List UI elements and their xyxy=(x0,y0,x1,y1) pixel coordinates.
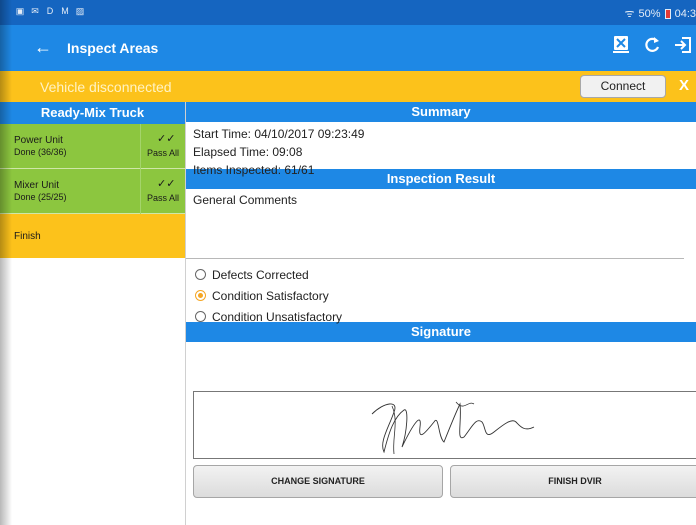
pass-all-label: Pass All xyxy=(147,148,180,158)
double-check-icon: ✓✓ xyxy=(157,178,176,190)
radio-button-selected[interactable] xyxy=(195,290,206,301)
summary-header: Summary xyxy=(186,102,696,122)
notification-icons: ▣ ✉ D M ▨ xyxy=(15,6,85,17)
radio-label: Defects Corrected xyxy=(212,267,309,282)
change-signature-button[interactable]: CHANGE SIGNATURE xyxy=(193,465,443,498)
back-arrow-icon[interactable]: ← xyxy=(34,37,52,57)
report-icon[interactable] xyxy=(610,35,632,59)
unit-name: Power Unit xyxy=(14,135,63,146)
battery-percent: 50% xyxy=(638,7,661,20)
signature-header: Signature xyxy=(186,322,696,342)
sidebar-item-finish[interactable]: Finish xyxy=(0,214,185,258)
signature-pad[interactable] xyxy=(193,391,696,459)
refresh-icon[interactable] xyxy=(641,35,663,59)
radio-button[interactable] xyxy=(195,311,206,322)
unit-status: Done (25/25) xyxy=(14,192,67,202)
connect-button[interactable]: Connect xyxy=(580,75,666,98)
finish-dvir-button[interactable]: FINISH DVIR xyxy=(450,465,696,498)
page-title: Inspect Areas xyxy=(67,40,159,56)
signature-drawing xyxy=(371,401,535,455)
radio-button[interactable] xyxy=(195,269,206,280)
clock: 04:3 xyxy=(674,7,696,20)
app-screen: ▣ ✉ D M ▨ ᯤ 50% 04:3 ← Inspect Areas Veh… xyxy=(0,0,696,525)
main-panel: Summary Start Time: 04/10/2017 09:23:49 … xyxy=(186,102,696,525)
connection-status-text: Vehicle disconnected xyxy=(40,79,172,95)
radio-defects-corrected[interactable]: Defects Corrected xyxy=(195,264,696,285)
status-bar: ▣ ✉ D M ▨ ᯤ 50% 04:3 xyxy=(0,0,696,25)
sidebar-item-mixer-unit[interactable]: Mixer Unit Done (25/25) ✓✓ Pass All xyxy=(0,169,185,214)
pass-all-label: Pass All xyxy=(147,193,180,203)
radio-label: Condition Unsatisfactory xyxy=(212,309,343,324)
battery-icon xyxy=(664,8,671,19)
vehicle-title: Ready-Mix Truck xyxy=(0,102,185,124)
radio-label: Condition Satisfactory xyxy=(212,288,329,303)
logout-icon[interactable] xyxy=(672,35,694,59)
mail-icon: ✉ xyxy=(31,6,39,16)
unit-name: Mixer Unit xyxy=(14,180,60,191)
finish-label: Finish xyxy=(14,231,41,242)
general-comments-label: General Comments xyxy=(193,193,298,207)
inspection-sidebar: Ready-Mix Truck Power Unit Done (36/36) … xyxy=(0,102,186,525)
d-icon: D xyxy=(46,6,54,16)
inspection-result-options: Defects Corrected Condition Satisfactory… xyxy=(186,259,696,324)
general-comments-field[interactable]: General Comments xyxy=(186,189,684,259)
sidebar-item-power-unit[interactable]: Power Unit Done (36/36) ✓✓ Pass All xyxy=(0,124,185,169)
app-bar: ← Inspect Areas xyxy=(0,25,696,71)
double-check-icon: ✓✓ xyxy=(157,133,176,145)
elapsed-time: Elapsed Time: 09:08 xyxy=(193,145,303,159)
unit-status: Done (36/36) xyxy=(14,147,67,157)
pass-all-button[interactable]: ✓✓ Pass All xyxy=(140,169,186,214)
system-info: ᯤ 50% 04:3 xyxy=(625,6,696,21)
radio-condition-satisfactory[interactable]: Condition Satisfactory xyxy=(195,285,696,306)
photo-icon: ▨ xyxy=(75,6,85,16)
wifi-icon: ᯤ xyxy=(624,8,635,20)
pass-all-button[interactable]: ✓✓ Pass All xyxy=(140,124,186,169)
start-time: Start Time: 04/10/2017 09:23:49 xyxy=(193,127,365,141)
connection-banner: Vehicle disconnected Connect X xyxy=(0,71,696,102)
close-banner-button[interactable]: X xyxy=(679,77,689,94)
gallery-icon: ▣ xyxy=(15,6,25,16)
gmail-icon: M xyxy=(61,6,69,16)
